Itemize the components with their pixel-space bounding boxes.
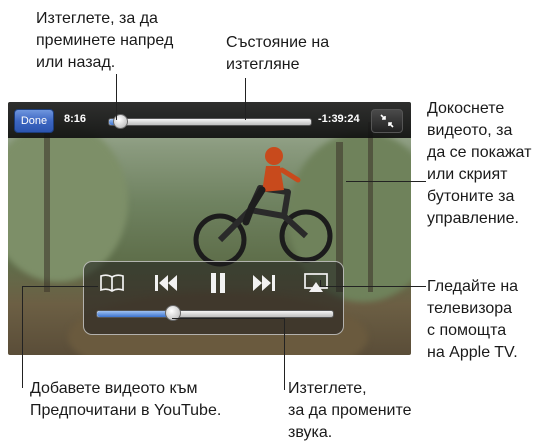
callout-volume: Изтеглете, за да промените звука. [288, 380, 412, 441]
leader-favorites-h [22, 286, 98, 287]
scrub-bar[interactable] [108, 118, 312, 126]
volume-level [97, 311, 173, 317]
remaining-time: -1:39:24 [318, 113, 360, 125]
forest-background [8, 122, 128, 282]
elapsed-time: 8:16 [64, 113, 87, 125]
leader-toggle-controls [346, 181, 426, 182]
next-track-button[interactable] [248, 271, 280, 295]
tree-trunk [44, 132, 50, 292]
airplay-icon [304, 273, 328, 292]
leader-apple-tv [320, 286, 426, 287]
airplay-button[interactable] [300, 271, 332, 295]
next-track-icon [253, 275, 275, 291]
callout-progress: Състояние на изтегляне [226, 34, 330, 73]
callout-apple-tv: Гледайте на телевизора с помощта на Appl… [427, 278, 519, 361]
mountain-biker [193, 147, 333, 267]
done-button[interactable]: Done [14, 109, 54, 133]
leader-apple-tv-vert [320, 280, 321, 287]
volume-slider[interactable] [96, 310, 334, 318]
callout-toggle-controls: Докоснете видеото, за да се покажат или … [427, 100, 532, 227]
playback-control-panel [83, 261, 344, 335]
previous-track-button[interactable] [150, 271, 182, 295]
pause-button[interactable] [202, 271, 234, 295]
leader-progress [245, 78, 246, 120]
add-to-favorites-button[interactable] [96, 271, 128, 295]
previous-track-icon [155, 275, 177, 291]
leader-volume [284, 318, 285, 390]
leader-favorites-v [22, 286, 23, 388]
shrink-icon [380, 114, 394, 128]
shrink-button[interactable] [371, 109, 403, 133]
callout-scrub: Изтеглете, за да преминете напред или на… [36, 10, 174, 71]
leader-volume-h [172, 318, 285, 319]
pause-icon [211, 273, 225, 293]
top-control-bar: Done 8:16 -1:39:24 [8, 102, 411, 138]
callout-favorites: Добавете видеото към Предпочитани в YouT… [30, 380, 222, 419]
book-icon [100, 274, 124, 292]
tree-trunk [368, 122, 373, 292]
leader-scrub [116, 74, 117, 120]
